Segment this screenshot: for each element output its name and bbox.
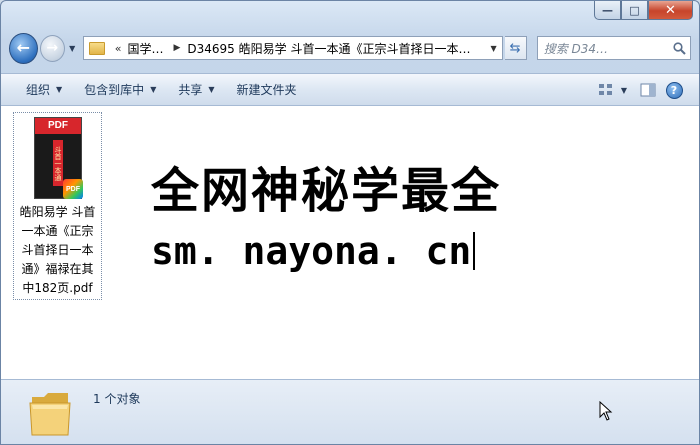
breadcrumb-current[interactable]: D34695 皓阳易学 斗首一本通《正宗斗首择日一本… xyxy=(187,40,485,57)
mouse-cursor-icon xyxy=(599,401,613,421)
breadcrumb-separator-icon[interactable]: ▶ xyxy=(173,43,180,53)
pdf-badge-icon: PDF xyxy=(63,179,83,199)
watermark-banner: 全网神秘学最全 sm. nayona. cn xyxy=(149,161,553,284)
view-menu-dropdown[interactable]: ▼ xyxy=(621,86,627,95)
view-options-icon xyxy=(598,84,612,95)
banner-url-line: sm. nayona. cn xyxy=(151,225,476,277)
minimize-icon: — xyxy=(602,3,613,17)
breadcrumb-root[interactable]: 国学… xyxy=(127,40,163,57)
help-icon: ? xyxy=(665,81,683,99)
forward-arrow-icon: → xyxy=(46,40,59,56)
share-button[interactable]: 共享 ▼ xyxy=(167,77,225,102)
chevron-down-icon: ▼ xyxy=(208,85,215,94)
close-icon: ✕ xyxy=(665,2,676,18)
file-list-pane[interactable]: PDF 斗首一本通 PDF 皓阳易学 斗首一本通《正宗斗首择日一本通》福禄在其中… xyxy=(1,106,699,379)
include-in-library-button[interactable]: 包含到库中 ▼ xyxy=(73,77,167,102)
view-controls: ▼ ? xyxy=(593,78,687,102)
help-button[interactable]: ? xyxy=(661,78,687,102)
search-input[interactable]: 搜索 D34… xyxy=(544,40,668,57)
address-overflow-button[interactable]: « xyxy=(115,42,122,55)
command-bar: 组织 ▼ 包含到库中 ▼ 共享 ▼ 新建文件夹 ▼ ? xyxy=(1,73,699,106)
refresh-button[interactable]: ⇆ xyxy=(504,36,527,60)
address-bar[interactable]: « 国学… ▶ D34695 皓阳易学 斗首一本通《正宗斗首择日一本… ▼ xyxy=(82,36,503,60)
explorer-window: — □ ✕ ← → ▼ « 国学… ▶ D34695 皓阳易学 斗首一本通《正宗… xyxy=(0,0,700,445)
refresh-icon: ⇆ xyxy=(509,40,521,56)
maximize-icon: □ xyxy=(629,3,640,17)
include-in-library-label: 包含到库中 xyxy=(84,83,145,97)
text-caret xyxy=(473,232,476,270)
details-pane: 1 个对象 xyxy=(1,379,699,444)
search-icon[interactable] xyxy=(668,41,690,55)
caption-buttons: — □ ✕ xyxy=(594,1,693,20)
new-folder-label: 新建文件夹 xyxy=(236,83,297,97)
file-name-label: 皓阳易学 斗首一本通《正宗斗首择日一本通》福禄在其中182页.pdf xyxy=(19,205,96,295)
banner-title: 全网神秘学最全 xyxy=(151,163,502,219)
banner-url: sm. nayona. cn xyxy=(151,229,472,273)
file-item-pdf[interactable]: PDF 斗首一本通 PDF 皓阳易学 斗首一本通《正宗斗首择日一本通》福禄在其中… xyxy=(13,112,102,300)
new-folder-button[interactable]: 新建文件夹 xyxy=(226,77,308,102)
preview-pane-icon xyxy=(640,83,656,97)
maximize-button[interactable]: □ xyxy=(621,1,648,20)
chevron-down-icon: ▼ xyxy=(56,85,63,94)
close-button[interactable]: ✕ xyxy=(648,1,693,20)
folder-icon xyxy=(88,41,105,55)
search-box[interactable]: 搜索 D34… xyxy=(536,36,691,60)
forward-button[interactable]: → xyxy=(39,34,65,62)
pdf-cover-title: 斗首一本通 xyxy=(53,140,63,186)
change-view-button[interactable] xyxy=(593,78,619,102)
minimize-button[interactable]: — xyxy=(594,1,621,20)
item-count-status: 1 个对象 xyxy=(93,392,141,406)
pdf-file-icon: PDF 斗首一本通 PDF xyxy=(34,117,83,203)
back-arrow-icon: ← xyxy=(16,38,31,57)
chevron-down-icon: ▼ xyxy=(150,85,157,94)
folder-icon xyxy=(29,393,71,436)
preview-pane-button[interactable] xyxy=(635,78,661,102)
back-button[interactable]: ← xyxy=(9,32,38,64)
recent-pages-button[interactable]: ▼ xyxy=(67,44,78,53)
address-dropdown-button[interactable]: ▼ xyxy=(486,44,502,53)
organize-button[interactable]: 组织 ▼ xyxy=(15,77,73,102)
chevron-down-icon: ▼ xyxy=(69,43,76,53)
organize-label: 组织 xyxy=(26,83,51,97)
navigation-bar: ← → ▼ « 国学… ▶ D34695 皓阳易学 斗首一本通《正宗斗首择日一本… xyxy=(9,31,691,65)
pdf-cover-band: PDF xyxy=(35,118,81,134)
share-label: 共享 xyxy=(178,83,203,97)
